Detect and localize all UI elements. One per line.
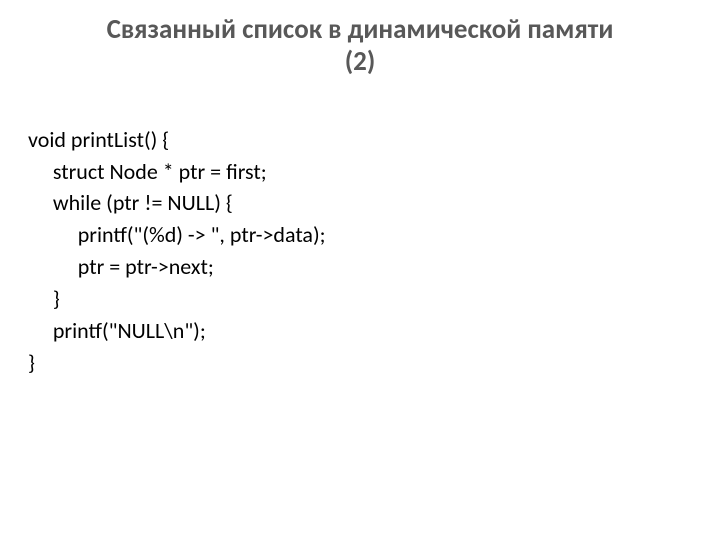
code-line: ptr = ptr->next; [28,253,214,280]
code-block: void printList() { struct Node * ptr = f… [28,92,692,411]
code-line: void printList() { [28,126,169,153]
title-line-1: Связанный список в динамической памяти [107,13,614,46]
title-line-2: (2) [345,45,376,78]
code-line: } [28,285,60,312]
code-line: printf("NULL\n"); [28,317,206,344]
code-line: } [28,349,35,376]
slide: Связанный список в динамической памяти (… [0,0,720,540]
code-line: struct Node * ptr = first; [28,158,267,185]
code-line: while (ptr != NULL) { [28,189,233,216]
code-line: printf("(%d) -> ", ptr->data); [28,221,326,248]
slide-title: Связанный список в динамической памяти (… [28,14,692,78]
